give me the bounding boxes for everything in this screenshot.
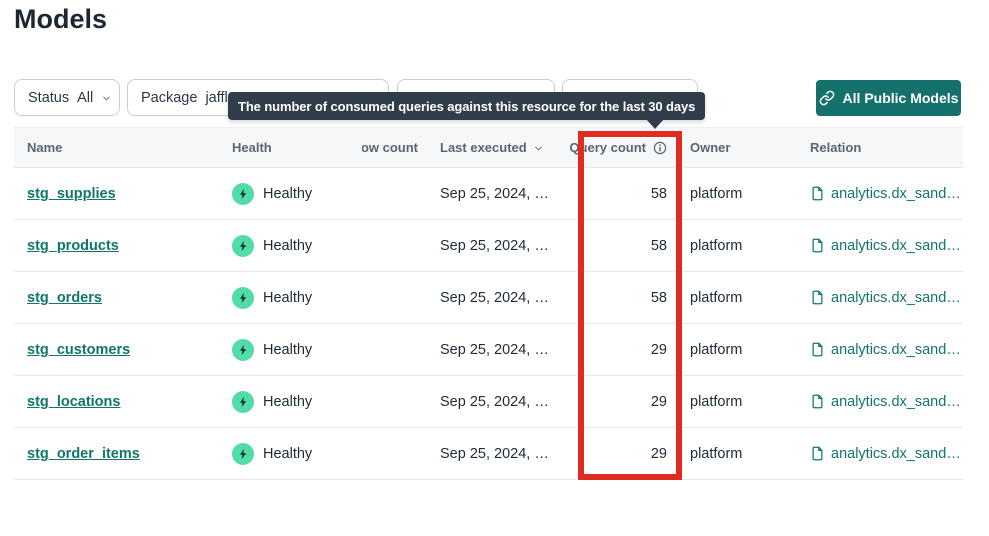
- column-header-query-count: Query count: [566, 140, 667, 155]
- health-status-label: Healthy: [263, 290, 312, 306]
- relation-label: analytics.dx_sand…: [831, 238, 961, 254]
- lightning-bolt-icon: [236, 291, 250, 305]
- table-row: stg_supplies Healthy Sep 25, 2024, … 58 …: [14, 168, 963, 220]
- document-icon: [810, 446, 825, 461]
- status-filter-value: All: [77, 90, 93, 106]
- package-filter-label: Package: [141, 90, 197, 106]
- document-icon: [810, 394, 825, 409]
- table-row: stg_products Healthy Sep 25, 2024, … 58 …: [14, 220, 963, 272]
- status-filter-label: Status: [28, 90, 69, 106]
- column-header-row-count: Row count: [362, 140, 418, 155]
- healthy-status-icon: [232, 443, 254, 465]
- query-count-value: 58: [566, 238, 667, 254]
- link-icon: [819, 90, 835, 106]
- query-count-value: 29: [566, 342, 667, 358]
- relation-label: analytics.dx_sand…: [831, 342, 961, 358]
- last-executed-value: Sep 25, 2024, …: [418, 446, 566, 462]
- models-table: Name Health Row count Last executed Quer…: [14, 127, 963, 480]
- table-row: stg_customers Healthy Sep 25, 2024, … 29…: [14, 324, 963, 376]
- table-header-row: Name Health Row count Last executed Quer…: [14, 127, 963, 168]
- column-header-relation: Relation: [810, 140, 963, 155]
- query-count-label: Query count: [569, 140, 646, 155]
- table-row: stg_order_items Healthy Sep 25, 2024, … …: [14, 428, 963, 480]
- relation-label: analytics.dx_sand…: [831, 394, 961, 410]
- relation-label: analytics.dx_sand…: [831, 446, 961, 462]
- last-executed-value: Sep 25, 2024, …: [418, 394, 566, 410]
- owner-value: platform: [667, 290, 810, 306]
- relation-link[interactable]: analytics.dx_sand…: [810, 290, 961, 306]
- healthy-status-icon: [232, 287, 254, 309]
- column-header-health: Health: [232, 140, 362, 155]
- relation-link[interactable]: analytics.dx_sand…: [810, 394, 961, 410]
- healthy-status-icon: [232, 339, 254, 361]
- table-row: stg_orders Healthy Sep 25, 2024, … 58 pl…: [14, 272, 963, 324]
- healthy-status-icon: [232, 183, 254, 205]
- relation-link[interactable]: analytics.dx_sand…: [810, 446, 961, 462]
- last-executed-label: Last executed: [440, 140, 527, 155]
- last-executed-value: Sep 25, 2024, …: [418, 238, 566, 254]
- model-link[interactable]: stg_orders: [27, 290, 102, 306]
- owner-value: platform: [667, 394, 810, 410]
- document-icon: [810, 238, 825, 253]
- health-status-label: Healthy: [263, 394, 312, 410]
- health-status-label: Healthy: [263, 238, 312, 254]
- query-count-value: 29: [566, 394, 667, 410]
- health-status-label: Healthy: [263, 446, 312, 462]
- info-icon[interactable]: [653, 141, 667, 155]
- lightning-bolt-icon: [236, 395, 250, 409]
- last-executed-value: Sep 25, 2024, …: [418, 342, 566, 358]
- document-icon: [810, 186, 825, 201]
- health-status-label: Healthy: [263, 186, 312, 202]
- table-row: stg_locations Healthy Sep 25, 2024, … 29…: [14, 376, 963, 428]
- chevron-down-icon: [533, 143, 544, 154]
- query-count-value: 58: [566, 290, 667, 306]
- page-title: Models: [14, 4, 107, 35]
- owner-value: platform: [667, 186, 810, 202]
- status-filter-dropdown[interactable]: Status All: [14, 79, 120, 116]
- lightning-bolt-icon: [236, 447, 250, 461]
- column-header-owner: Owner: [667, 140, 810, 155]
- all-public-models-label: All Public Models: [843, 90, 959, 106]
- model-link[interactable]: stg_locations: [27, 394, 120, 410]
- relation-link[interactable]: analytics.dx_sand…: [810, 342, 961, 358]
- owner-value: platform: [667, 342, 810, 358]
- model-link[interactable]: stg_customers: [27, 342, 130, 358]
- model-link[interactable]: stg_supplies: [27, 186, 116, 202]
- model-link[interactable]: stg_order_items: [27, 446, 140, 462]
- owner-value: platform: [667, 446, 810, 462]
- document-icon: [810, 342, 825, 357]
- query-count-tooltip: The number of consumed queries against t…: [228, 92, 705, 120]
- lightning-bolt-icon: [236, 187, 250, 201]
- healthy-status-icon: [232, 235, 254, 257]
- relation-link[interactable]: analytics.dx_sand…: [810, 238, 961, 254]
- chevron-down-icon: [101, 93, 112, 104]
- column-header-last-executed[interactable]: Last executed: [418, 140, 566, 155]
- relation-label: analytics.dx_sand…: [831, 186, 961, 202]
- last-executed-value: Sep 25, 2024, …: [418, 290, 566, 306]
- owner-value: platform: [667, 238, 810, 254]
- model-link[interactable]: stg_products: [27, 238, 119, 254]
- models-page: Models Status All Package jaffle_ All Pu…: [0, 0, 989, 536]
- relation-label: analytics.dx_sand…: [831, 290, 961, 306]
- query-count-value: 29: [566, 446, 667, 462]
- health-status-label: Healthy: [263, 342, 312, 358]
- query-count-value: 58: [566, 186, 667, 202]
- lightning-bolt-icon: [236, 239, 250, 253]
- all-public-models-button[interactable]: All Public Models: [816, 80, 961, 116]
- relation-link[interactable]: analytics.dx_sand…: [810, 186, 961, 202]
- last-executed-value: Sep 25, 2024, …: [418, 186, 566, 202]
- lightning-bolt-icon: [236, 343, 250, 357]
- document-icon: [810, 290, 825, 305]
- healthy-status-icon: [232, 391, 254, 413]
- column-header-name: Name: [14, 140, 232, 155]
